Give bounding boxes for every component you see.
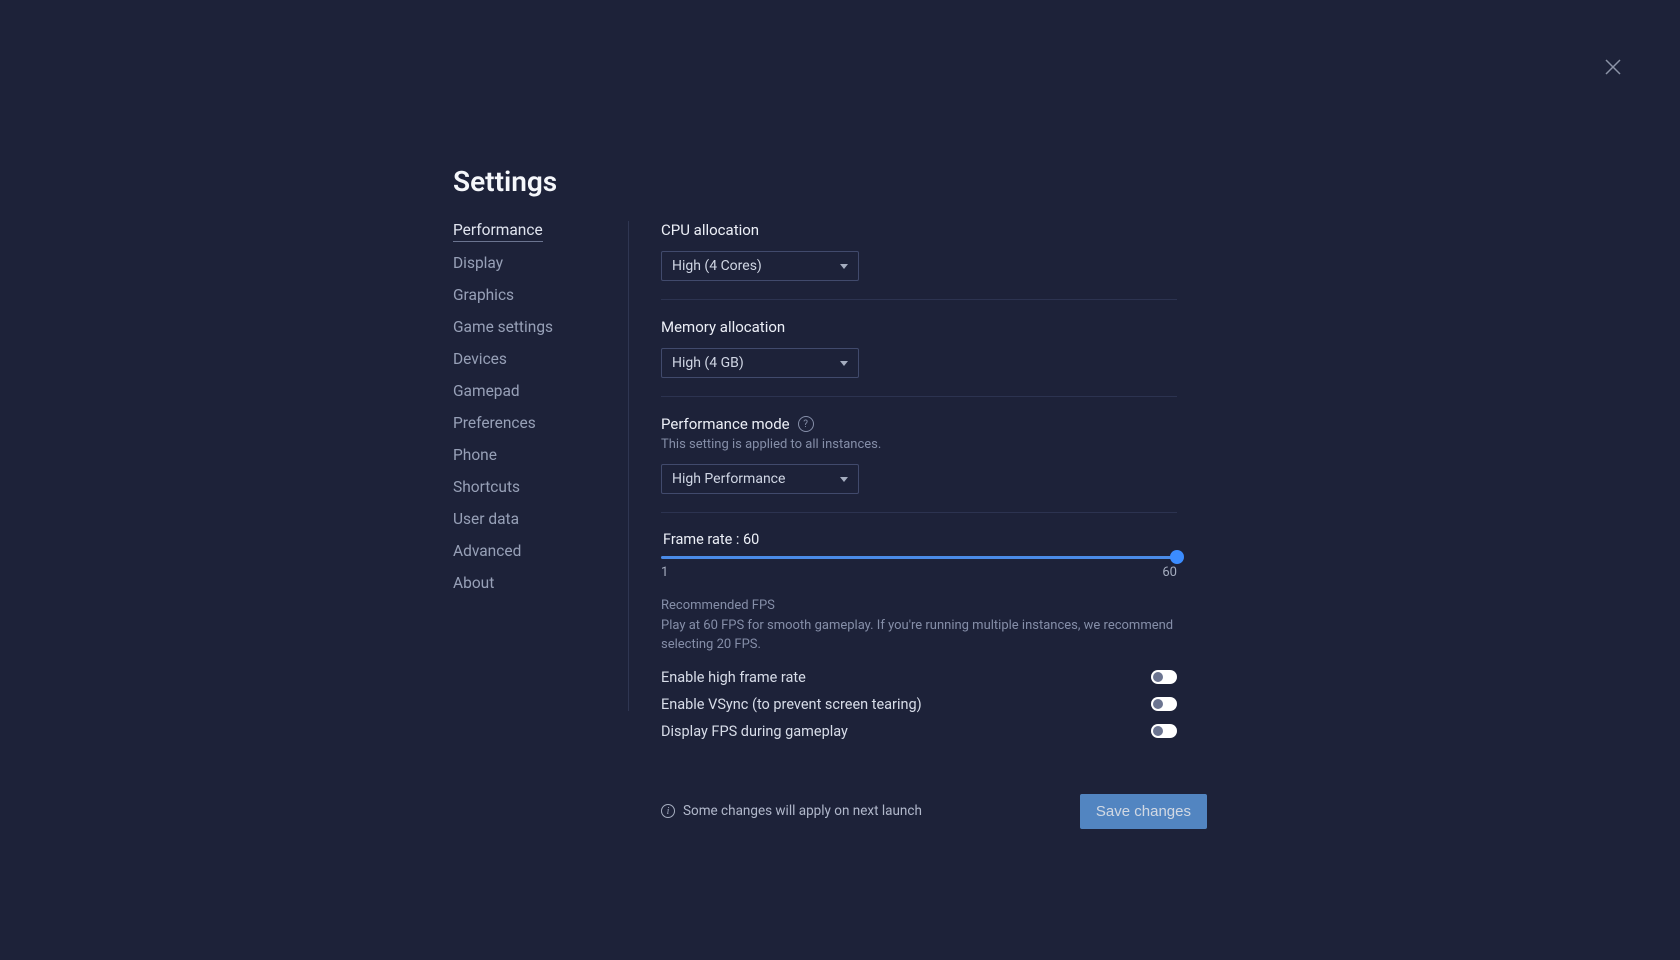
- toggle-display-fps-row: Display FPS during gameplay: [661, 723, 1177, 740]
- sidebar-item-phone[interactable]: Phone: [453, 446, 497, 466]
- sidebar-item-graphics[interactable]: Graphics: [453, 286, 514, 306]
- memory-select[interactable]: High (4 GB): [661, 348, 859, 378]
- settings-content: CPU allocation High (4 Cores) Memory all…: [661, 165, 1177, 829]
- performance-mode-sublabel: This setting is applied to all instances…: [661, 437, 1177, 452]
- performance-mode-select-value: High Performance: [672, 471, 785, 487]
- cpu-section: CPU allocation High (4 Cores): [661, 221, 1177, 300]
- page-title: Settings: [453, 165, 557, 198]
- framerate-range: 1 60: [661, 565, 1177, 580]
- memory-label: Memory allocation: [661, 318, 1177, 336]
- save-changes-button[interactable]: Save changes: [1080, 794, 1207, 829]
- cpu-select-value: High (4 Cores): [672, 258, 762, 274]
- footer-note: i Some changes will apply on next launch: [661, 803, 922, 819]
- settings-footer: i Some changes will apply on next launch…: [661, 794, 1207, 829]
- performance-mode-select[interactable]: High Performance: [661, 464, 859, 494]
- help-icon[interactable]: ?: [798, 416, 814, 432]
- framerate-section: Frame rate : 60 1 60 Recommended FPS Pla…: [661, 531, 1177, 758]
- framerate-label: Frame rate : 60: [661, 531, 1177, 548]
- memory-select-value: High (4 GB): [672, 355, 744, 371]
- close-icon: [1605, 59, 1621, 75]
- framerate-slider[interactable]: [661, 556, 1177, 559]
- recommended-fps-title: Recommended FPS: [661, 598, 1177, 613]
- toggle-knob: [1153, 672, 1163, 682]
- sidebar-item-game-settings[interactable]: Game settings: [453, 318, 553, 338]
- toggle-vsync-label: Enable VSync (to prevent screen tearing): [661, 696, 922, 713]
- toggle-vsync-row: Enable VSync (to prevent screen tearing): [661, 696, 1177, 713]
- memory-section: Memory allocation High (4 GB): [661, 318, 1177, 397]
- recommended-fps-desc: Play at 60 FPS for smooth gameplay. If y…: [661, 617, 1177, 655]
- sidebar-item-devices[interactable]: Devices: [453, 350, 507, 370]
- toggle-knob: [1153, 699, 1163, 709]
- performance-mode-label-text: Performance mode: [661, 415, 790, 433]
- framerate-max: 60: [1162, 565, 1177, 580]
- toggle-display-fps-label: Display FPS during gameplay: [661, 723, 848, 740]
- toggle-display-fps[interactable]: [1151, 724, 1177, 738]
- toggle-knob: [1153, 726, 1163, 736]
- sidebar-item-shortcuts[interactable]: Shortcuts: [453, 478, 520, 498]
- footer-note-text: Some changes will apply on next launch: [683, 803, 922, 819]
- settings-sidebar: Performance Display Graphics Game settin…: [453, 165, 628, 829]
- toggle-vsync[interactable]: [1151, 697, 1177, 711]
- sidebar-item-advanced[interactable]: Advanced: [453, 542, 521, 562]
- toggle-high-frame-rate-label: Enable high frame rate: [661, 669, 806, 686]
- sidebar-item-user-data[interactable]: User data: [453, 510, 519, 530]
- sidebar-item-performance[interactable]: Performance: [453, 221, 543, 242]
- framerate-min: 1: [661, 565, 668, 580]
- sidebar-item-gamepad[interactable]: Gamepad: [453, 382, 520, 402]
- toggle-high-frame-rate-row: Enable high frame rate: [661, 669, 1177, 686]
- toggle-high-frame-rate[interactable]: [1151, 670, 1177, 684]
- sidebar-item-display[interactable]: Display: [453, 254, 503, 274]
- framerate-slider-thumb[interactable]: [1170, 550, 1184, 564]
- caret-down-icon: [840, 264, 848, 269]
- close-button[interactable]: [1601, 55, 1625, 79]
- caret-down-icon: [840, 477, 848, 482]
- performance-mode-label: Performance mode ?: [661, 415, 1177, 433]
- caret-down-icon: [840, 361, 848, 366]
- performance-mode-section: Performance mode ? This setting is appli…: [661, 415, 1177, 513]
- cpu-label: CPU allocation: [661, 221, 1177, 239]
- sidebar-item-about[interactable]: About: [453, 574, 494, 594]
- sidebar-item-preferences[interactable]: Preferences: [453, 414, 536, 434]
- info-icon: i: [661, 804, 675, 818]
- vertical-divider: [628, 221, 629, 711]
- cpu-select[interactable]: High (4 Cores): [661, 251, 859, 281]
